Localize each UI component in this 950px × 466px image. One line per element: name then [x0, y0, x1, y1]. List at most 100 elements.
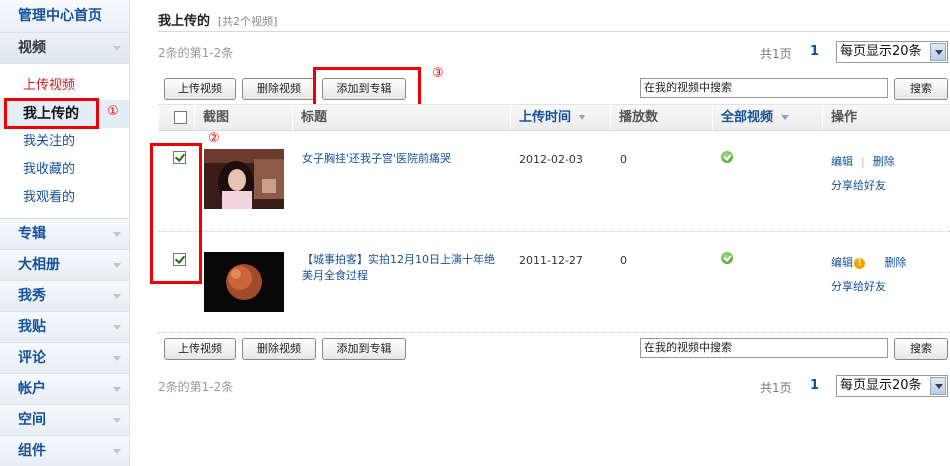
pager-bottom: 2条的第1-2条 共1页 1 每页显示20条: [158, 375, 950, 397]
upload-date: 2012-02-03: [519, 153, 583, 166]
column-header-all-videos[interactable]: 全部视频: [712, 105, 822, 131]
column-header-title: 标题: [292, 105, 510, 131]
warning-icon[interactable]: !: [854, 257, 865, 269]
column-header-actions: 操作: [822, 105, 950, 131]
per-page-select[interactable]: 每页显示20条: [836, 41, 948, 63]
main-content: 我上传的 [共2个视频] 2条的第1-2条 共1页 1 每页显示20条 上传视频…: [150, 0, 950, 466]
column-header-label: 上传时间: [519, 110, 572, 125]
sidebar-item-following[interactable]: 我关注的: [0, 128, 129, 156]
sidebar-item-watched[interactable]: 我观看的: [0, 184, 129, 212]
sidebar-group-label: 帐户: [18, 381, 46, 397]
chevron-down-icon: [113, 325, 121, 330]
table-header: 截图 标题 上传时间 播放数 全部视频 操作: [158, 104, 950, 131]
separator: |: [861, 155, 865, 168]
video-count: [共2个视频]: [217, 15, 278, 28]
chevron-down-icon: [113, 418, 121, 423]
chevron-down-icon: [113, 356, 121, 361]
sidebar-group-album[interactable]: 专辑: [0, 219, 129, 250]
share-link[interactable]: 分享给好友: [831, 177, 886, 193]
video-thumbnail[interactable]: [204, 149, 284, 209]
search-button[interactable]: 搜索: [894, 78, 948, 100]
select-all-checkbox[interactable]: [174, 111, 187, 124]
chevron-down-icon[interactable]: [930, 377, 946, 395]
sidebar-group-account[interactable]: 帐户: [0, 374, 129, 405]
sidebar-home-link[interactable]: 管理中心首页: [0, 0, 129, 33]
sidebar-group-space[interactable]: 空间: [0, 405, 129, 436]
chevron-down-icon: [113, 387, 121, 392]
sidebar-group-label: 视频: [18, 40, 46, 56]
video-thumbnail[interactable]: [204, 252, 284, 312]
check-circle-icon: [721, 151, 733, 163]
upload-video-button[interactable]: 上传视频: [164, 338, 236, 360]
delete-video-button[interactable]: 删除视频: [242, 338, 316, 360]
toolbar-bottom: 上传视频 删除视频 添加到专辑 在我的视频中搜索 搜索: [164, 338, 950, 360]
sidebar-group-label: 大相册: [18, 257, 60, 273]
sidebar-group-label: 评论: [18, 350, 46, 366]
row-actions: 编辑 | 删除: [831, 153, 895, 169]
sidebar-item-favorites[interactable]: 我收藏的: [0, 156, 129, 184]
chevron-down-icon: [113, 232, 121, 237]
annotation-box-2: [150, 143, 202, 284]
sidebar-item-my-uploads[interactable]: 我上传的 ①: [0, 98, 129, 129]
sidebar-group-label: 我贴: [18, 319, 46, 335]
header-select-all: [158, 105, 194, 131]
sidebar-item-upload-video[interactable]: 上传视频: [0, 72, 129, 100]
sidebar-group-comment[interactable]: 评论: [0, 343, 129, 374]
chevron-down-icon[interactable]: [930, 43, 946, 61]
upload-date: 2011-12-27: [519, 254, 583, 267]
page-header: 我上传的 [共2个视频]: [158, 10, 277, 29]
edit-link[interactable]: 编辑: [831, 155, 853, 168]
pager-total-pages: 共1页: [760, 47, 792, 61]
sidebar-group-label: 组件: [18, 443, 46, 459]
toolbar-top: 上传视频 删除视频 添加到专辑 在我的视频中搜索 搜索: [164, 78, 950, 100]
chevron-down-icon: [113, 263, 121, 268]
chevron-down-icon: [113, 294, 121, 299]
share-link[interactable]: 分享给好友: [831, 278, 886, 294]
pager-current-page[interactable]: 1: [810, 44, 819, 59]
annotation-mark-3: ③: [432, 66, 444, 81]
column-header-label: 全部视频: [721, 110, 774, 125]
per-page-value: 每页显示20条: [840, 378, 922, 393]
page-title: 我上传的: [158, 14, 211, 29]
check-circle-icon: [721, 252, 733, 264]
sort-down-icon: [579, 115, 586, 120]
upload-video-button[interactable]: 上传视频: [164, 78, 236, 100]
sidebar-group-post[interactable]: 我贴: [0, 312, 129, 343]
separator: [873, 256, 877, 269]
video-submenu: 上传视频 我上传的 ① 我关注的 我收藏的 我观看的: [0, 64, 129, 219]
pager-range: 2条的第1-2条: [158, 380, 234, 394]
delete-link[interactable]: 删除: [885, 256, 907, 269]
pager-current-page[interactable]: 1: [810, 378, 819, 393]
column-header-plays: 播放数: [610, 105, 712, 131]
sidebar-group-video[interactable]: 视频: [0, 33, 129, 64]
sidebar-group-show[interactable]: 我秀: [0, 281, 129, 312]
sidebar-group-label: 空间: [18, 412, 46, 428]
delete-video-button[interactable]: 删除视频: [242, 78, 316, 100]
table-row: 【城事拍客】实拍12月10日上演十年绝美月全食过程 2011-12-27 0 编…: [158, 232, 950, 333]
sidebar-group-widget[interactable]: 组件: [0, 436, 129, 466]
thumbnail-image: [204, 252, 284, 312]
video-title-link[interactable]: 女子胸挂'还我子宫'医院前痛哭: [302, 151, 502, 167]
per-page-select[interactable]: 每页显示20条: [836, 375, 948, 397]
sidebar-group-photo[interactable]: 大相册: [0, 250, 129, 281]
per-page-value: 每页显示20条: [840, 44, 922, 59]
chevron-down-icon: [113, 449, 121, 454]
sidebar-group-label: 专辑: [18, 226, 46, 242]
delete-link[interactable]: 删除: [873, 155, 895, 168]
pager-range: 2条的第1-2条: [158, 46, 234, 60]
add-to-album-button[interactable]: 添加到专辑: [322, 338, 406, 360]
search-input[interactable]: 在我的视频中搜索: [640, 78, 888, 98]
chevron-down-icon: [781, 115, 790, 120]
video-title-link[interactable]: 【城事拍客】实拍12月10日上演十年绝美月全食过程: [302, 252, 502, 284]
row-actions: 编辑! 删除: [831, 254, 907, 270]
edit-link[interactable]: 编辑: [831, 256, 853, 269]
thumbnail-image: [204, 149, 284, 209]
column-header-thumb: 截图: [194, 105, 292, 131]
search-input[interactable]: 在我的视频中搜索: [640, 338, 888, 358]
sidebar-group-label: 我秀: [18, 288, 46, 304]
chevron-down-icon: [113, 46, 121, 51]
search-button[interactable]: 搜索: [894, 338, 948, 360]
sidebar: 管理中心首页 视频 上传视频 我上传的 ① 我关注的 我收藏的 我观看的 专辑 …: [0, 0, 130, 466]
column-header-upload-time[interactable]: 上传时间: [510, 105, 610, 131]
video-table: 截图 标题 上传时间 播放数 全部视频 操作 女子胸挂'还我子宫'医院前痛哭 2…: [158, 104, 950, 333]
